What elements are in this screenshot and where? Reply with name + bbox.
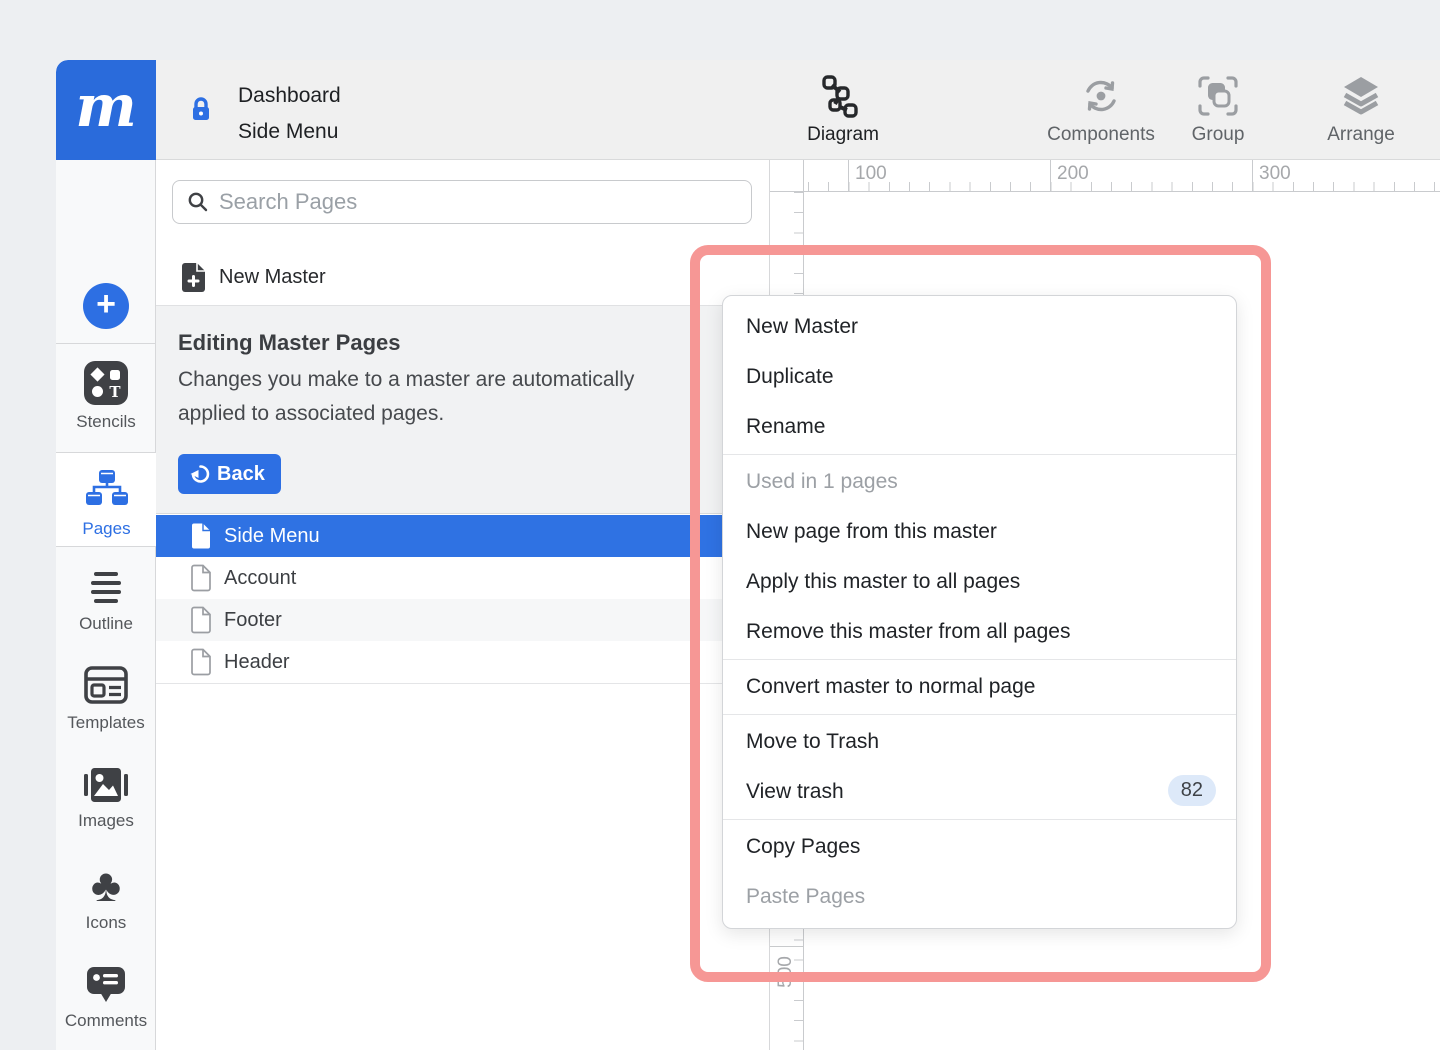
sidebar-label-icons: Icons [56,913,156,933]
menu-divider [723,819,1236,820]
trash-count-badge: 82 [1168,775,1216,806]
page-title: Side Menu [238,114,341,150]
project-title: Dashboard [238,78,341,114]
arrange-label: Arrange [1261,124,1440,146]
ruler-tick-label: 500 [766,952,806,992]
outline-icon [84,568,128,608]
menu-item-move-to-trash[interactable]: Move to Trash [723,717,1236,767]
menu-item-new-page-from-master[interactable]: New page from this master [723,507,1236,557]
back-button-label: Back [217,463,265,486]
page-file-icon [190,648,212,676]
pages-icon [84,469,130,513]
menu-item-view-trash[interactable]: 82 View trash [723,767,1236,817]
menu-section-used-in: Used in 1 pages [723,457,1236,507]
search-placeholder: Search Pages [219,189,357,215]
page-row-header[interactable]: Header [156,641,770,683]
group-button[interactable]: Group [1188,60,1248,160]
page-file-icon [190,522,212,550]
ruler-tick-label: 300 [1259,163,1291,185]
page-row-side-menu[interactable]: Side Menu [156,515,770,557]
lock-icon [190,96,212,124]
sidebar-label-stencils: Stencils [56,412,156,432]
sidebar-item-templates[interactable]: Templates [56,665,156,733]
top-bar: m Dashboard Side Menu [56,60,1440,160]
new-master-button[interactable]: New Master [156,250,770,306]
arrange-button[interactable]: Arrange [1306,60,1416,160]
page-row-footer[interactable]: Footer [156,599,770,641]
page-file-icon [190,564,212,592]
sidebar-label-comments: Comments [56,1011,156,1031]
master-info-heading: Editing Master Pages [178,330,401,356]
master-info-text-line2: applied to associated pages. [178,402,444,426]
sidebar-label-outline: Outline [56,614,156,634]
menu-divider [723,659,1236,660]
sidebar-item-images[interactable]: Images [56,765,156,831]
new-master-label: New Master [219,266,326,289]
group-icon [1196,74,1240,118]
menu-item-paste-pages: Paste Pages [723,872,1236,922]
page-list: Side Menu Account Footer [156,515,770,684]
sidebar-item-comments[interactable]: Comments [56,963,156,1031]
ruler-tick-label: 200 [1057,163,1089,185]
sidebar: + T Stencils Pages [56,160,156,1050]
diagram-tool-button[interactable]: Diagram [798,60,888,160]
templates-icon [83,665,129,707]
horizontal-ruler: 100 200 300 [770,160,1440,192]
master-pages-info-box: Editing Master Pages Changes you make to… [156,306,770,514]
page-name: Footer [224,609,282,632]
add-page-button[interactable]: + [83,283,129,329]
logo-letter: m [75,72,136,140]
sidebar-divider [56,343,156,344]
search-pages-input[interactable]: Search Pages [172,180,752,224]
new-master-page-icon [180,262,207,293]
sidebar-label-images: Images [56,811,156,831]
menu-item-convert-master[interactable]: Convert master to normal page [723,662,1236,712]
page-name: Header [224,651,290,674]
ruler-tick-label: 100 [855,163,887,185]
sidebar-item-pages[interactable]: Pages [56,452,157,547]
menu-item-new-master[interactable]: New Master [723,302,1236,352]
master-info-text-line1: Changes you make to a master are automat… [178,368,634,392]
club-icon: ♣ [56,863,156,907]
menu-item-copy-pages[interactable]: Copy Pages [723,822,1236,872]
page-row-account[interactable]: Account [156,557,770,599]
diagram-chain-icon [820,74,866,120]
page-context-menu: New Master Duplicate Rename Used in 1 pa… [722,295,1237,929]
pages-panel: Search Pages New Master Editing Master P… [156,160,770,1050]
arrange-layers-icon [1339,74,1383,118]
moqups-logo[interactable]: m [56,60,156,160]
sidebar-item-outline[interactable]: Outline [56,568,156,634]
menu-divider [723,714,1236,715]
menu-item-rename[interactable]: Rename [723,402,1236,452]
comments-icon [83,963,129,1005]
menu-item-duplicate[interactable]: Duplicate [723,352,1236,402]
back-arrow-icon [190,464,210,484]
components-sync-icon [1079,74,1123,118]
menu-item-remove-master-all[interactable]: Remove this master from all pages [723,607,1236,657]
page-name: Account [224,567,296,590]
search-icon [187,191,209,213]
sidebar-item-stencils[interactable]: T Stencils [56,360,156,432]
page-name: Side Menu [224,525,320,548]
back-button[interactable]: Back [178,454,281,494]
images-icon [83,765,129,805]
stencils-icon: T [83,360,129,406]
diagram-tool-label: Diagram [743,124,943,146]
menu-divider [723,454,1236,455]
document-titles: Dashboard Side Menu [238,78,341,150]
sidebar-label-pages: Pages [56,519,157,539]
sidebar-item-icons[interactable]: ♣ Icons [56,863,156,933]
sidebar-label-templates: Templates [56,713,156,733]
page-file-icon [190,606,212,634]
svg-text:T: T [109,383,121,401]
menu-item-apply-master-all[interactable]: Apply this master to all pages [723,557,1236,607]
ruler-corner [770,160,804,192]
